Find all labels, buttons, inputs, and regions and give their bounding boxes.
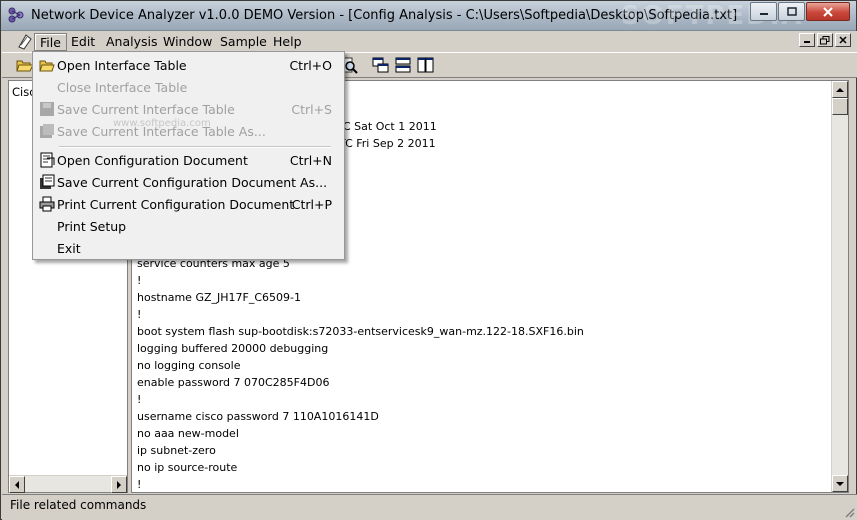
save-document-icon	[40, 174, 55, 189]
close-button[interactable]	[806, 2, 850, 21]
config-line: logging buffered 20000 debugging	[137, 342, 329, 355]
menu-item-label: Print Current Configuration Document	[57, 197, 295, 212]
menu-item-label: Close Interface Table	[57, 80, 188, 95]
open-document-icon	[40, 152, 55, 168]
menu-item-open-configuration-document[interactable]: Open Configuration Document Ctrl+N	[35, 149, 342, 171]
title-bar: Network Device Analyzer v1.0.0 DEMO Vers…	[1, 1, 856, 31]
file-menu-dropdown: www.softpedia.com Open Interface Table Ct…	[32, 51, 345, 260]
app-window: Network Device Analyzer v1.0.0 DEMO Vers…	[0, 0, 857, 520]
menu-window[interactable]: Window	[158, 33, 217, 51]
config-line: TC Fri Sep 2 2011	[339, 137, 436, 150]
menu-item-label: Save Current Interface Table As...	[57, 124, 266, 139]
minimize-icon	[759, 12, 768, 15]
close-icon	[823, 6, 833, 17]
config-line: ip subnet-zero	[137, 444, 216, 457]
printer-icon	[39, 196, 55, 212]
menu-item-shortcut: Ctrl+S	[291, 102, 332, 117]
scroll-left-button[interactable]	[9, 476, 25, 493]
arrow-down-icon	[836, 481, 844, 486]
config-line: !	[137, 478, 142, 491]
menu-item-save-current-interface-table: Save Current Interface Table Ctrl+S	[35, 98, 342, 120]
menu-edit[interactable]: Edit	[66, 33, 100, 51]
left-horizontal-scrollbar[interactable]	[9, 475, 127, 493]
tile-horizontal-icon[interactable]	[394, 57, 412, 74]
menu-item-label: Save Current Interface Table	[57, 102, 235, 117]
child-restore-button[interactable]	[817, 33, 833, 47]
menu-item-shortcut: Ctrl+N	[289, 153, 332, 168]
restore-icon	[820, 35, 830, 44]
config-line: no aaa new-model	[137, 427, 239, 440]
menu-item-label: Exit	[57, 241, 81, 256]
app-logo-icon	[8, 7, 24, 23]
menu-item-label: Open Interface Table	[57, 58, 187, 73]
document-window-icon[interactable]	[16, 33, 34, 50]
menu-separator	[59, 146, 331, 148]
child-minimize-button[interactable]	[799, 33, 815, 47]
open-folder-icon	[39, 60, 55, 72]
scroll-thumb[interactable]	[832, 98, 848, 115]
config-line: no ip source-route	[137, 461, 238, 474]
cascade-windows-icon[interactable]	[372, 57, 390, 74]
config-line: !	[137, 393, 142, 406]
menu-item-print-setup[interactable]: Print Setup	[35, 215, 342, 237]
menu-item-save-current-configuration-document-as[interactable]: Save Current Configuration Document As..…	[35, 171, 342, 193]
menu-item-open-interface-table[interactable]: Open Interface Table Ctrl+O	[35, 54, 342, 76]
child-close-button[interactable]	[835, 33, 851, 47]
config-line: !	[137, 274, 142, 287]
close-icon	[839, 36, 847, 44]
save-icon	[40, 102, 54, 116]
menu-bar: File Edit Analysis Window Sample Help	[2, 31, 857, 52]
menu-sample[interactable]: Sample	[215, 33, 272, 51]
config-line: boot system flash sup-bootdisk:s72033-en…	[137, 325, 584, 338]
arrow-right-icon	[117, 480, 121, 489]
config-line: username cisco password 7 110A1016141D	[137, 410, 379, 423]
menu-analysis[interactable]: Analysis	[101, 33, 163, 51]
document-vertical-scrollbar[interactable]	[831, 81, 848, 492]
status-bar: File related commands	[2, 494, 857, 520]
menu-item-shortcut: Ctrl+P	[291, 197, 332, 212]
arrow-up-icon	[836, 87, 844, 92]
maximize-icon	[786, 7, 797, 16]
minimize-icon	[804, 41, 810, 43]
menu-file[interactable]: File	[34, 33, 67, 51]
config-line: no logging console	[137, 359, 241, 372]
resize-grip-icon[interactable]	[843, 506, 855, 518]
arrow-left-icon	[15, 480, 19, 489]
menu-item-exit[interactable]: Exit	[35, 237, 342, 259]
scroll-down-button[interactable]	[832, 475, 848, 492]
menu-item-label: Save Current Configuration Document As..…	[57, 175, 328, 190]
scroll-up-button[interactable]	[832, 81, 848, 98]
config-line: hostname GZ_JH17F_C6509-1	[137, 291, 301, 304]
menu-item-save-current-interface-table-as: Save Current Interface Table As...	[35, 120, 342, 142]
tile-vertical-icon[interactable]	[417, 57, 435, 74]
maximize-button[interactable]	[778, 2, 805, 21]
menu-item-print-current-configuration-document[interactable]: Print Current Configuration Document Ctrl…	[35, 193, 342, 215]
scroll-right-button[interactable]	[111, 476, 127, 493]
menu-item-close-interface-table: Close Interface Table	[35, 76, 342, 98]
status-text: File related commands	[10, 498, 147, 512]
minimize-button[interactable]	[750, 2, 777, 21]
menu-item-shortcut: Ctrl+O	[289, 58, 332, 73]
menu-help[interactable]: Help	[268, 33, 307, 51]
config-line: enable password 7 070C285F4D06	[137, 376, 330, 389]
config-line: !	[137, 308, 142, 321]
save-as-icon	[40, 124, 54, 138]
config-line: C Sat Oct 1 2011	[343, 120, 437, 133]
menu-item-label: Print Setup	[57, 219, 127, 234]
menu-item-label: Open Configuration Document	[57, 153, 248, 168]
